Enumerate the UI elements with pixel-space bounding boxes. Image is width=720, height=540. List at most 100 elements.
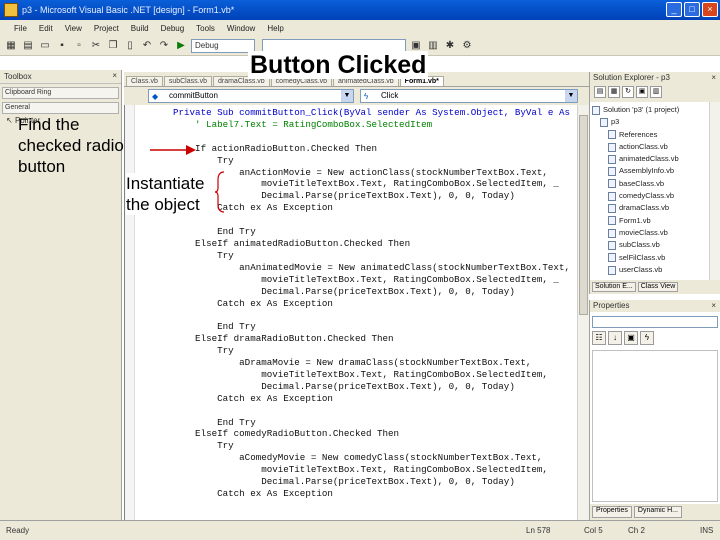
code-line[interactable]: ' Label7.Text = RatingComboBox.SelectedI… (173, 119, 570, 131)
tree-item[interactable]: subClass.vb (592, 239, 708, 251)
code-line[interactable]: Decimal.Parse(priceTextBox.Text), 0, 0, … (173, 381, 570, 393)
class-view-icon[interactable]: ⚙ (460, 39, 474, 53)
close-button[interactable]: × (702, 2, 718, 17)
tab-class[interactable]: Class.vb (126, 76, 163, 86)
code-line[interactable]: aDramaMovie = New dramaClass(stockNumber… (173, 357, 570, 369)
tree-item[interactable]: comedyClass.vb (592, 190, 708, 202)
undo-icon[interactable]: ↶ (140, 39, 154, 53)
code-line[interactable] (173, 309, 570, 321)
code-editor[interactable]: Private Sub commitButton_Click(ByVal sen… (124, 105, 589, 520)
code-line[interactable]: Decimal.Parse(priceTextBox.Text), 0, 0, … (173, 286, 570, 298)
tree-item[interactable]: p3 (592, 116, 708, 128)
tree-item[interactable]: movieClass.vb (592, 227, 708, 239)
view-code-icon[interactable]: ▤ (594, 86, 606, 98)
new-project-icon[interactable]: ▦ (4, 39, 18, 53)
toolbox-section-general[interactable]: General (2, 102, 119, 114)
categorized-icon[interactable]: ☷ (592, 331, 606, 345)
code-line[interactable]: movieTitleTextBox.Text, RatingComboBox.S… (173, 369, 570, 381)
tree-item[interactable]: dramaClass.vb (592, 202, 708, 214)
menu-file[interactable]: File (14, 24, 27, 33)
tab-subclass[interactable]: subClass.vb (163, 76, 212, 86)
code-line[interactable]: movieTitleTextBox.Text, RatingComboBox.S… (173, 178, 570, 190)
toolbox-section-clipboard[interactable]: Clipboard Ring (2, 87, 119, 99)
code-line[interactable]: ElseIf animatedRadioButton.Checked Then (173, 238, 570, 250)
redo-icon[interactable]: ↷ (157, 39, 171, 53)
menu-view[interactable]: View (65, 24, 82, 33)
copy-icon[interactable]: ❐ (106, 39, 120, 53)
menu-window[interactable]: Window (227, 24, 255, 33)
close-icon[interactable]: × (711, 301, 716, 310)
code-line[interactable] (173, 405, 570, 417)
tree-item[interactable]: Solution 'p3' (1 project) (592, 104, 708, 116)
code-line[interactable]: Catch ex As Exception (173, 488, 570, 500)
start-icon[interactable]: ▶ (174, 39, 188, 53)
tree-item[interactable]: baseClass.vb (592, 178, 708, 190)
properties-object-combo[interactable] (592, 316, 718, 328)
tab-solution-explorer[interactable]: Solution E... (592, 282, 636, 292)
tree-item[interactable]: userClass.vb (592, 264, 708, 276)
paste-icon[interactable]: ▯ (123, 39, 137, 53)
scroll-thumb[interactable] (579, 115, 588, 315)
code-line[interactable]: Decimal.Parse(priceTextBox.Text), 0, 0, … (173, 476, 570, 488)
code-line[interactable]: End Try (173, 226, 570, 238)
cut-icon[interactable]: ✂ (89, 39, 103, 53)
code-line[interactable]: End Try (173, 321, 570, 333)
save-all-icon[interactable]: ▫ (72, 39, 86, 53)
code-line[interactable]: Catch ex As Exception (173, 298, 570, 310)
code-line[interactable] (173, 131, 570, 143)
menu-debug[interactable]: Debug (161, 24, 185, 33)
code-line[interactable] (173, 214, 570, 226)
code-line[interactable]: movieTitleTextBox.Text, RatingComboBox.S… (173, 464, 570, 476)
tree-item[interactable]: animatedClass.vb (592, 153, 708, 165)
tree-item[interactable]: selFilClass.vb (592, 252, 708, 264)
tree-item[interactable]: AssemblyInfo.vb (592, 165, 708, 177)
save-icon[interactable]: ▪ (55, 39, 69, 53)
code-text[interactable]: Private Sub commitButton_Click(ByVal sen… (173, 107, 570, 500)
minimize-button[interactable]: _ (666, 2, 682, 17)
code-line[interactable]: If actionRadioButton.Checked Then (173, 143, 570, 155)
code-line[interactable]: Private Sub commitButton_Click(ByVal sen… (173, 107, 570, 119)
tree-item[interactable]: actionClass.vb (592, 141, 708, 153)
events-icon[interactable]: ϟ (640, 331, 654, 345)
code-line[interactable]: anActionMovie = New actionClass(stockNum… (173, 167, 570, 179)
code-line[interactable]: Try (173, 155, 570, 167)
open-icon[interactable]: ▭ (38, 39, 52, 53)
vertical-scrollbar[interactable] (577, 105, 589, 520)
vertical-scrollbar[interactable] (709, 102, 720, 280)
menu-build[interactable]: Build (131, 24, 149, 33)
event-combo[interactable]: ϟ Click ▼ (360, 89, 578, 103)
code-line[interactable]: End Try (173, 417, 570, 429)
code-line[interactable]: Try (173, 440, 570, 452)
tab-dynamic-help[interactable]: Dynamic H... (633, 506, 682, 518)
tree-item[interactable]: Form1.vb (592, 215, 708, 227)
code-line[interactable]: Try (173, 250, 570, 262)
code-line[interactable]: anAnimatedMovie = New animatedClass(stoc… (173, 262, 570, 274)
code-line[interactable]: ElseIf comedyRadioButton.Checked Then (173, 428, 570, 440)
refresh-icon[interactable]: ↻ (622, 86, 634, 98)
code-line[interactable]: Try (173, 345, 570, 357)
property-pages-icon[interactable]: ▣ (624, 331, 638, 345)
add-item-icon[interactable]: ▤ (21, 39, 35, 53)
code-line[interactable]: Catch ex As Exception (173, 393, 570, 405)
close-icon[interactable]: × (711, 73, 716, 82)
menu-help[interactable]: Help (267, 24, 283, 33)
config-combo[interactable]: Debug (191, 38, 255, 53)
tree-item[interactable]: References (592, 129, 708, 141)
close-icon[interactable]: × (112, 71, 117, 80)
menu-edit[interactable]: Edit (39, 24, 53, 33)
code-line[interactable]: Decimal.Parse(priceTextBox.Text), 0, 0, … (173, 190, 570, 202)
code-line[interactable]: movieTitleTextBox.Text, RatingComboBox.S… (173, 274, 570, 286)
menu-tools[interactable]: Tools (196, 24, 215, 33)
alphabetical-icon[interactable]: ↓ (608, 331, 622, 345)
tab-properties[interactable]: Properties (592, 506, 632, 518)
code-line[interactable]: aComedyMovie = New comedyClass(stockNumb… (173, 452, 570, 464)
object-combo[interactable]: ◆ commitButton ▼ (148, 89, 354, 103)
code-line[interactable]: Catch ex As Exception (173, 202, 570, 214)
toolbox-icon[interactable]: ✱ (443, 39, 457, 53)
property-grid[interactable] (592, 350, 718, 502)
menu-project[interactable]: Project (94, 24, 119, 33)
view-designer-icon[interactable]: ▦ (608, 86, 620, 98)
tab-class-view[interactable]: Class View (637, 282, 679, 292)
show-all-icon[interactable]: ▣ (636, 86, 648, 98)
properties-icon[interactable]: ▥ (650, 86, 662, 98)
